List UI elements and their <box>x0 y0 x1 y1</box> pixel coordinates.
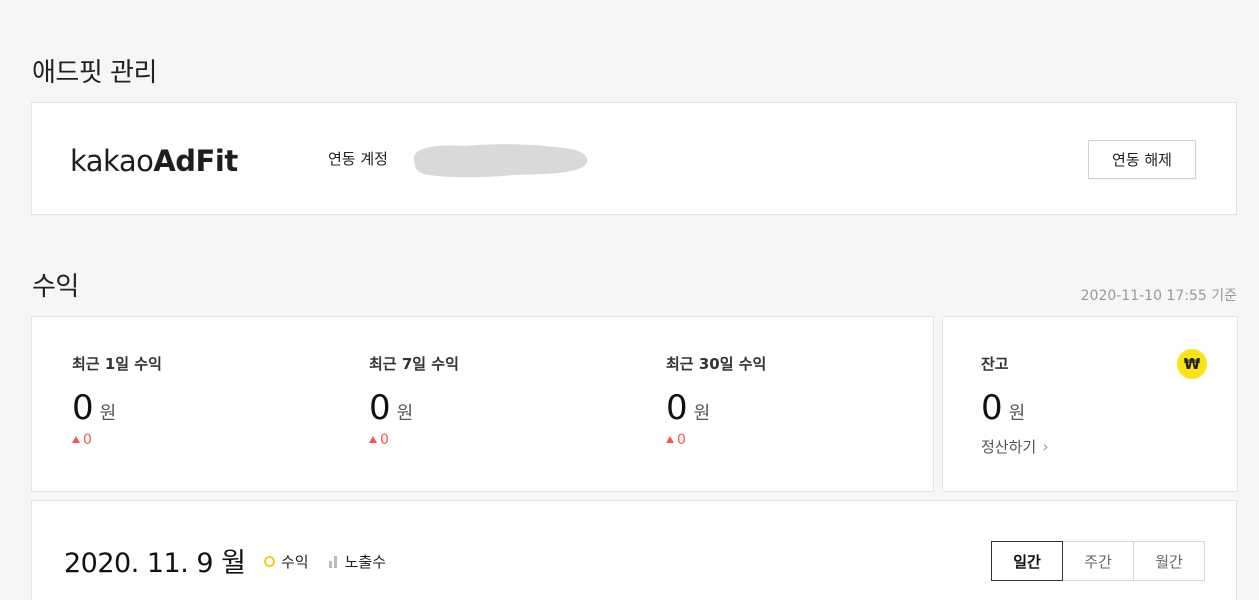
balance-value: 0원 <box>981 388 1049 428</box>
kakao-adfit-logo: kakaoAdFit <box>70 143 238 179</box>
stat-value: 0원 <box>666 388 766 428</box>
legend-item-impressions: 노출수 <box>328 551 387 572</box>
triangle-up-icon <box>666 436 674 443</box>
chart-date-text: 2020. 11. 9 <box>64 548 214 579</box>
stat-delta-value: 0 <box>380 432 389 448</box>
balance-stat: 잔고 0원 정산하기 › <box>981 353 1049 457</box>
revenue-section-title: 수익 <box>32 272 79 302</box>
logo-bold-text: AdFit <box>153 144 238 178</box>
balance-card: 잔고 0원 정산하기 › ₩ <box>942 316 1238 492</box>
stat-unit: 원 <box>693 403 711 424</box>
revenue-summary-card: 최근 1일 수익 0원 0 최근 7일 수익 0원 0 최근 30일 수익 0원… <box>31 316 934 492</box>
period-tabs: 일간 주간 월간 <box>991 541 1205 581</box>
chart-weekday: 월 <box>221 548 246 579</box>
won-coin-icon: ₩ <box>1177 349 1207 379</box>
chart-date: 2020. 11. 9월 <box>64 541 246 580</box>
tab-daily[interactable]: 일간 <box>991 541 1063 581</box>
stat-number: 0 <box>369 388 391 428</box>
legend-item-revenue: 수익 <box>264 551 309 572</box>
unlink-button[interactable]: 연동 해제 <box>1088 140 1196 179</box>
stat-delta: 0 <box>369 432 459 448</box>
linked-account-label: 연동 계정 <box>328 150 388 168</box>
stat-30day: 최근 30일 수익 0원 0 <box>666 353 766 448</box>
stat-value: 0원 <box>369 388 459 428</box>
stat-delta: 0 <box>72 432 162 448</box>
stat-delta-value: 0 <box>677 432 686 448</box>
balance-number: 0 <box>981 388 1003 428</box>
stat-1day: 최근 1일 수익 0원 0 <box>72 353 162 448</box>
adfit-link-card: kakaoAdFit 연동 계정 연동 해제 <box>31 102 1237 215</box>
balance-unit: 원 <box>1008 403 1026 424</box>
tab-weekly[interactable]: 주간 <box>1062 541 1134 581</box>
balance-label: 잔고 <box>981 355 1009 373</box>
chart-card: 2020. 11. 9월 수익 노출수 일간 주간 월간 <box>31 500 1237 600</box>
chart-legend: 수익 노출수 <box>264 551 406 572</box>
stat-delta-value: 0 <box>83 432 92 448</box>
triangle-up-icon <box>369 436 377 443</box>
logo-light-text: kakao <box>70 144 154 178</box>
stat-label: 최근 30일 수익 <box>666 355 767 373</box>
legend-label: 수익 <box>281 553 309 571</box>
tab-monthly[interactable]: 월간 <box>1133 541 1205 581</box>
stat-7day: 최근 7일 수익 0원 0 <box>369 353 459 448</box>
basis-timestamp: 2020-11-10 17:55 기준 <box>1080 288 1237 304</box>
circle-icon <box>264 556 275 567</box>
bar-icon <box>328 555 339 568</box>
masked-account-id <box>413 144 588 178</box>
triangle-up-icon <box>72 436 80 443</box>
settle-link[interactable]: 정산하기 › <box>981 436 1049 457</box>
stat-number: 0 <box>72 388 94 428</box>
stat-unit: 원 <box>396 403 414 424</box>
chevron-right-icon: › <box>1042 437 1049 456</box>
page: 애드핏 관리 kakaoAdFit 연동 계정 연동 해제 수익 2020-11… <box>0 0 1259 600</box>
stat-number: 0 <box>666 388 688 428</box>
stat-delta: 0 <box>666 432 766 448</box>
stat-label: 최근 1일 수익 <box>72 355 162 373</box>
adfit-section-title: 애드핏 관리 <box>32 58 157 88</box>
stat-value: 0원 <box>72 388 162 428</box>
stat-unit: 원 <box>99 403 117 424</box>
stat-label: 최근 7일 수익 <box>369 355 459 373</box>
legend-label: 노출수 <box>344 553 387 571</box>
settle-link-label: 정산하기 <box>981 438 1037 456</box>
